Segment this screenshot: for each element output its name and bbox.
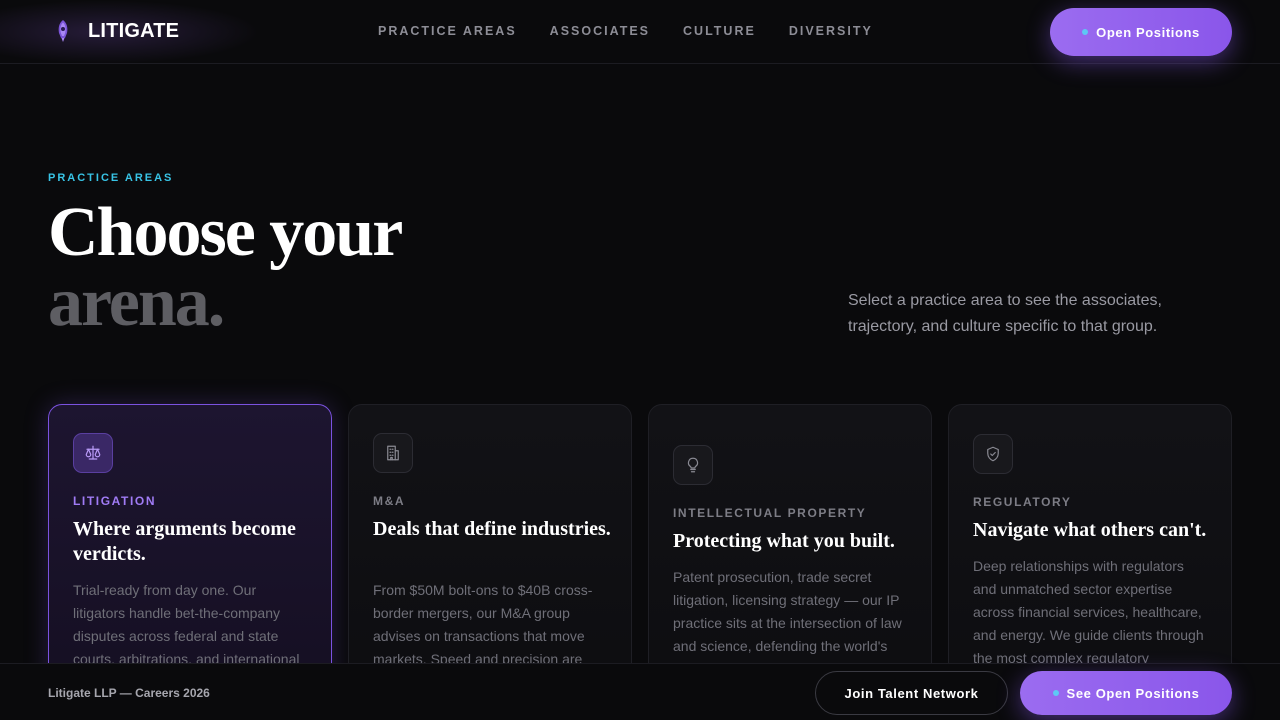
main-nav: PRACTICE AREAS ASSOCIATES CULTURE DIVERS… [378, 24, 873, 38]
brand-logo-link[interactable]: LITIGATE [54, 19, 179, 43]
card-title: Where arguments become verdicts. [73, 518, 296, 565]
nav-item-practice-areas[interactable]: PRACTICE AREAS [378, 24, 517, 38]
lightbulb-icon [673, 445, 713, 485]
see-open-positions-label: See Open Positions [1066, 685, 1200, 701]
card-title: Protecting what you built. [673, 530, 895, 552]
practice-card-intellectual-property[interactable]: INTELLECTUAL PROPERTY Protecting what yo… [648, 404, 932, 704]
practice-card-ma[interactable]: M&A Deals that define industries. From $… [348, 404, 632, 704]
status-dot-icon [1052, 690, 1059, 696]
card-title: Navigate what others can't. [973, 519, 1207, 541]
open-positions-label: Open Positions [1096, 24, 1200, 40]
card-eyebrow: LITIGATION [73, 494, 157, 508]
open-positions-button[interactable]: Open Positions [1050, 8, 1232, 56]
nav-item-diversity[interactable]: DIVERSITY [789, 24, 873, 38]
card-title: Deals that define industries. [373, 518, 611, 540]
footer-note: Litigate LLP — Careers 2026 [48, 686, 210, 700]
hero-description: Select a practice area to see the associ… [848, 292, 1162, 335]
practice-card-litigation[interactable]: LITIGATION Where arguments become verdic… [48, 404, 332, 704]
site-header: LITIGATE PRACTICE AREAS ASSOCIATES CULTU… [0, 0, 1280, 64]
card-eyebrow: REGULATORY [973, 495, 1072, 509]
nav-item-associates[interactable]: ASSOCIATES [550, 24, 650, 38]
sticky-footer-bar: Litigate LLP — Careers 2026 Join Talent … [0, 663, 1280, 720]
scales-icon [73, 433, 113, 473]
card-body: Patent prosecution, trade secret litigat… [673, 569, 902, 654]
card-eyebrow: M&A [373, 494, 406, 508]
nav-item-culture[interactable]: CULTURE [683, 24, 756, 38]
see-open-positions-button[interactable]: See Open Positions [1020, 671, 1232, 715]
practice-card-regulatory[interactable]: REGULATORY Navigate what others can't. D… [948, 404, 1232, 704]
title-line-2: arena. [48, 264, 225, 341]
card-body: From $50M bolt-ons to $40B cross-border … [373, 582, 593, 667]
section-eyebrow: PRACTICE AREAS [48, 172, 174, 184]
card-body: Deep relationships with regulators and u… [973, 558, 1204, 666]
join-talent-network-button[interactable]: Join Talent Network [815, 671, 1008, 715]
status-dot-icon [1082, 29, 1089, 35]
card-eyebrow: INTELLECTUAL PROPERTY [673, 506, 867, 520]
brand-name: LITIGATE [88, 19, 180, 42]
shield-check-icon [973, 434, 1013, 474]
title-line-1: Choose your [48, 194, 403, 271]
page-title: Choose your arena. [48, 194, 403, 341]
brand-logo-icon [58, 20, 68, 42]
card-body: Trial-ready from day one. Our litigators… [73, 582, 300, 667]
building-icon [373, 433, 413, 473]
